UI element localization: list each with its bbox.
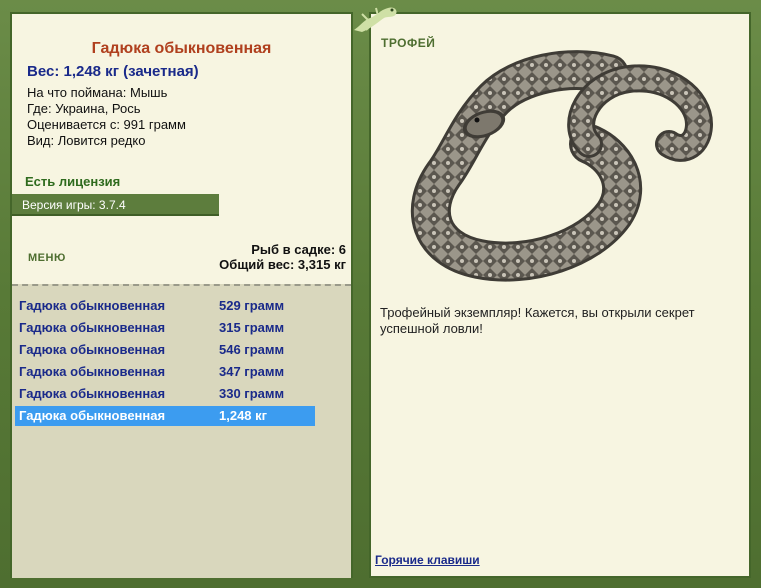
game-frame: Гадюка обыкновенная Вес: 1,248 кг (зачет… (0, 0, 761, 588)
fish-info-panel: Гадюка обыкновенная Вес: 1,248 кг (зачет… (10, 12, 353, 578)
keepnet-total-weight: Общий вес: 3,315 кг (219, 257, 346, 272)
fish-bait: На что поймана: Мышь (27, 85, 168, 100)
trophy-panel: ТРОФЕЙ Трофейный экземпляр! Кажется, вы … (369, 12, 751, 578)
game-version: Версия игры: 3.7.4 (12, 194, 219, 216)
fish-location: Где: Украина, Рось (27, 101, 141, 116)
catch-weight: 529 грамм (219, 298, 285, 313)
catch-weight: 1,248 кг (219, 408, 268, 423)
catch-row[interactable]: Гадюка обыкновенная 347 грамм (15, 362, 315, 382)
hotkeys-link[interactable]: Горячие клавиши (375, 553, 480, 567)
catch-weight: 347 грамм (219, 364, 285, 379)
catch-weight: 315 грамм (219, 320, 285, 335)
trophy-message: Трофейный экземпляр! Кажется, вы открыли… (380, 305, 695, 336)
catch-name: Гадюка обыкновенная (19, 364, 166, 379)
catch-row[interactable]: Гадюка обыкновенная 529 грамм (15, 296, 315, 316)
catch-row[interactable]: Гадюка обыкновенная 546 грамм (15, 340, 315, 360)
fish-weight: Вес: 1,248 кг (зачетная) (27, 63, 199, 80)
fish-kind: Вид: Ловится редко (27, 133, 146, 148)
catch-row[interactable]: Гадюка обыкновенная 330 грамм (15, 384, 315, 404)
menu-button[interactable]: МЕНЮ (28, 252, 66, 264)
catch-name: Гадюка обыкновенная (19, 386, 166, 401)
catch-weight: 330 грамм (219, 386, 285, 401)
fish-title: Гадюка обыкновенная (91, 40, 272, 57)
gecko-icon (354, 7, 397, 32)
viper-snake-image (410, 50, 714, 282)
catch-name: Гадюка обыкновенная (19, 342, 166, 357)
catch-name: Гадюка обыкновенная (19, 408, 166, 423)
catch-row[interactable]: Гадюка обыкновенная 315 грамм (15, 318, 315, 338)
catch-name: Гадюка обыкновенная (19, 320, 166, 335)
keepnet-count: Рыб в садке: 6 (251, 242, 346, 257)
catch-name: Гадюка обыкновенная (19, 298, 166, 313)
catch-weight: 546 грамм (219, 342, 285, 357)
catch-list: Гадюка обыкновенная 529 грамм Гадюка обы… (12, 284, 351, 578)
fish-valued-from: Оценивается с: 991 грамм (27, 117, 186, 132)
license-status: Есть лицензия (25, 174, 121, 189)
catch-row-selected[interactable]: Гадюка обыкновенная 1,248 кг (15, 406, 315, 426)
